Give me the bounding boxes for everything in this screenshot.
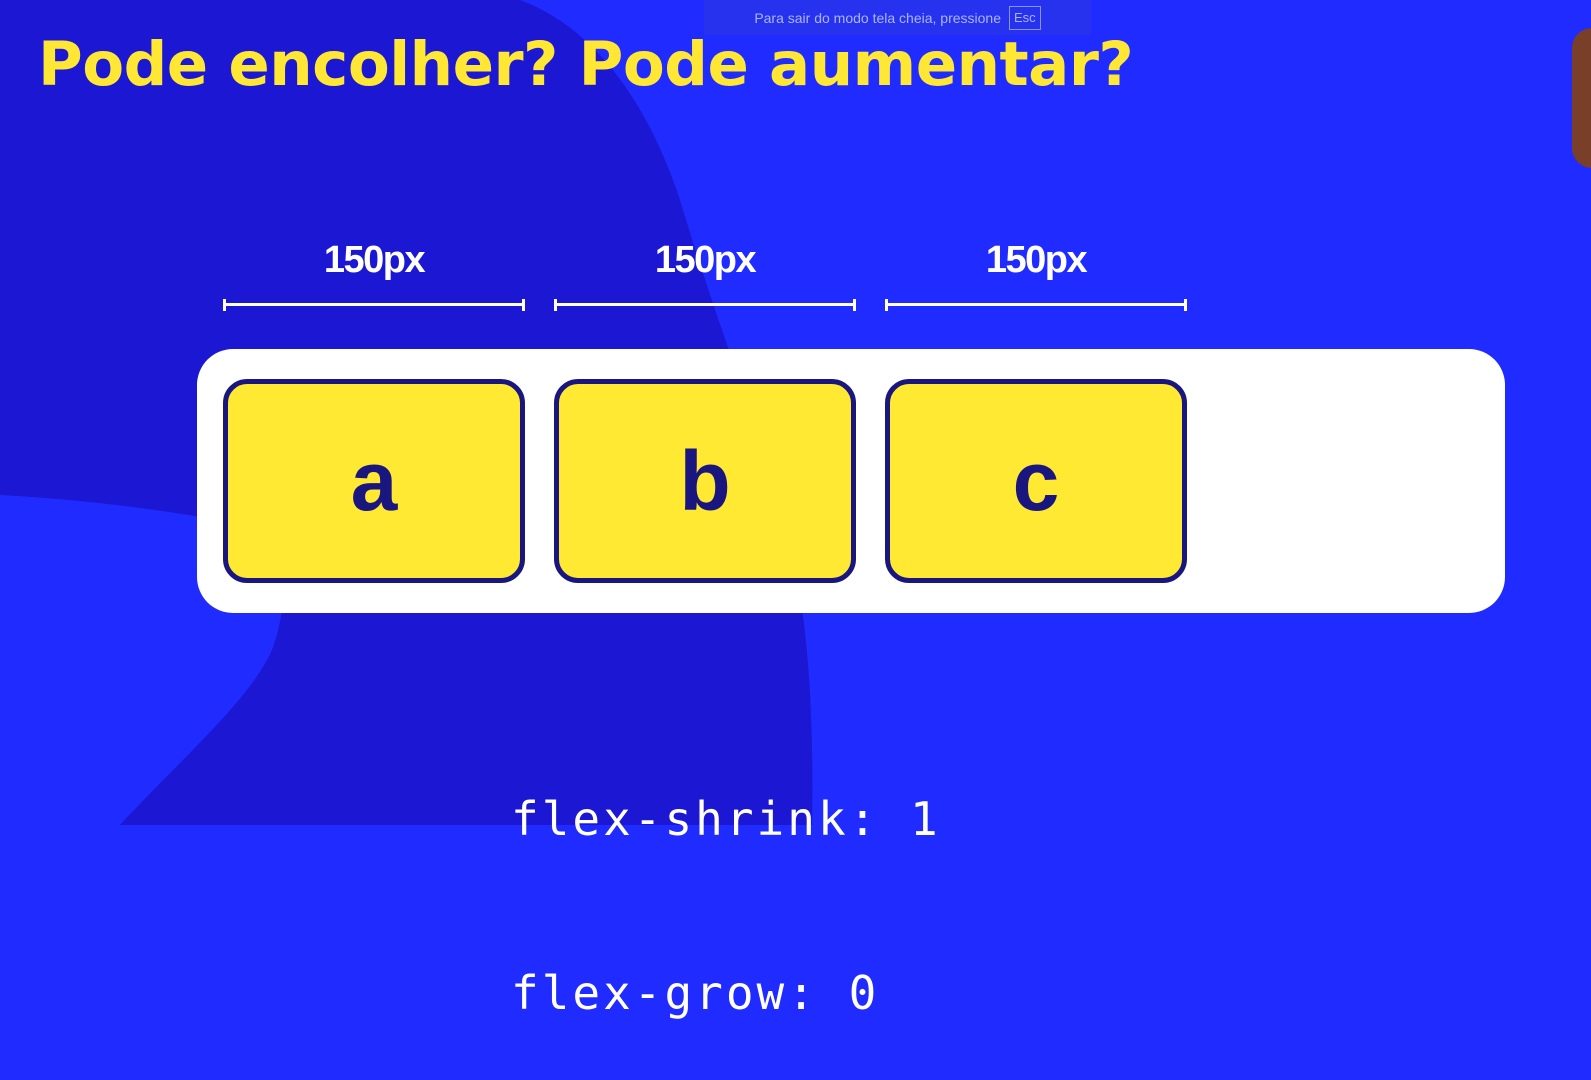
flex-item-label-b: b — [679, 434, 731, 528]
code-flex-grow: flex-grow: 0 — [511, 966, 880, 1020]
dimension-line-b — [554, 299, 856, 311]
fullscreen-notice-text: Para sair do modo tela cheia, pressione — [754, 9, 1002, 26]
webcam-overlay — [1572, 28, 1591, 168]
code-flex-shrink: flex-shrink: 1 — [511, 792, 941, 846]
flex-item-label-a: a — [350, 434, 398, 528]
width-measure-c: 150px — [885, 232, 1187, 312]
width-label-c: 150px — [985, 239, 1088, 281]
dimension-line-a — [223, 299, 525, 311]
width-label-a: 150px — [323, 239, 426, 281]
flex-item-b: b — [554, 379, 856, 583]
slide-title: Pode encolher? Pode aumentar? — [38, 29, 1134, 100]
width-measure-b: 150px — [554, 232, 856, 312]
width-measure-a: 150px — [223, 232, 525, 312]
flex-item-label-c: c — [1012, 434, 1060, 528]
dimension-line-c — [885, 299, 1187, 311]
fullscreen-exit-notice: Para sair do modo tela cheia, pressione … — [704, 0, 1091, 35]
flex-item-a: a — [223, 379, 525, 583]
flex-container: a b c — [197, 349, 1505, 613]
css-code-block: flex-shrink: 1 flex-grow: 0 — [511, 674, 941, 1080]
width-label-b: 150px — [654, 239, 757, 281]
flex-item-c: c — [885, 379, 1187, 583]
esc-key-hint: Esc — [1009, 5, 1041, 30]
